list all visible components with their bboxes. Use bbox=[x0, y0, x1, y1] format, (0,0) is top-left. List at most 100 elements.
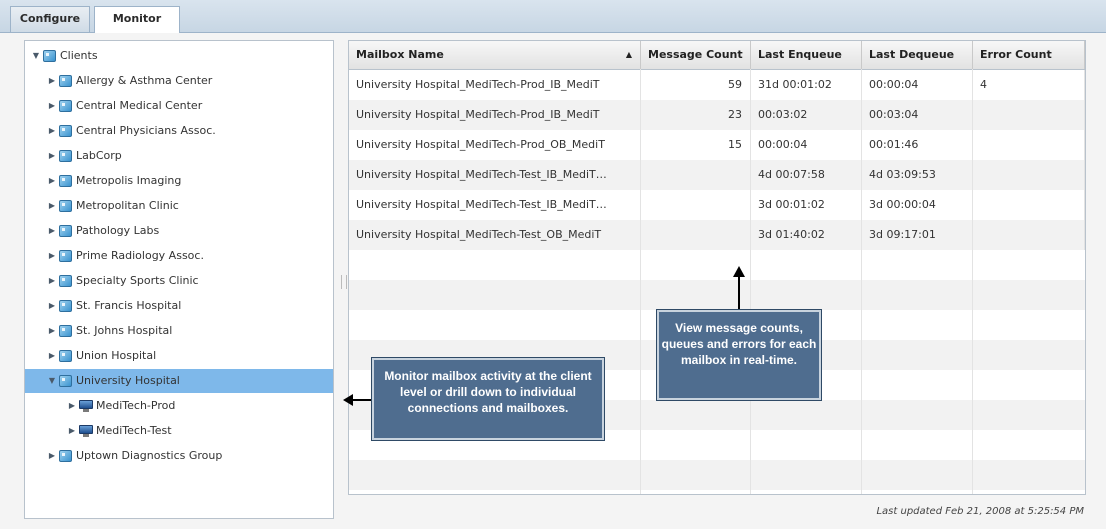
tree-item-label: MediTech-Prod bbox=[96, 399, 176, 412]
tree-item[interactable]: ▶ MediTech-Test bbox=[25, 419, 333, 443]
tree-item[interactable]: ▶ Central Medical Center bbox=[25, 94, 333, 118]
callout-arrow-left bbox=[352, 399, 374, 401]
tree-item[interactable]: ▶ LabCorp bbox=[25, 144, 333, 168]
table-row[interactable]: University Hospital_MediTech-Prod_IB_Med… bbox=[349, 100, 1085, 130]
table-cell: University Hospital_MediTech-Test_IB_Med… bbox=[349, 190, 641, 220]
expand-arrow-icon[interactable]: ▶ bbox=[47, 244, 57, 268]
table-cell bbox=[973, 190, 1085, 220]
table-cell: University Hospital_MediTech-Test_OB_Med… bbox=[349, 220, 641, 250]
tree-item[interactable]: ▶ Pathology Labs bbox=[25, 219, 333, 243]
table-cell: 00:03:04 bbox=[862, 100, 973, 130]
tree-item[interactable]: ▶ St. Francis Hospital bbox=[25, 294, 333, 318]
expand-arrow-icon[interactable]: ▶ bbox=[47, 194, 57, 218]
table-cell: 00:00:04 bbox=[751, 130, 862, 160]
table-cell bbox=[641, 160, 751, 190]
client-icon bbox=[59, 375, 72, 387]
clients-folder-icon bbox=[43, 50, 56, 62]
table-row[interactable]: University Hospital_MediTech-Test_OB_Med… bbox=[349, 220, 1085, 250]
column-header[interactable]: Error Count bbox=[973, 41, 1085, 69]
client-icon bbox=[59, 125, 72, 137]
table-cell: 31d 00:01:02 bbox=[751, 70, 862, 100]
client-icon bbox=[59, 275, 72, 287]
table-cell: 3d 00:00:04 bbox=[862, 190, 973, 220]
table-row[interactable]: University Hospital_MediTech-Test_IB_Med… bbox=[349, 190, 1085, 220]
tree-root[interactable]: ▼ Clients bbox=[25, 44, 333, 68]
table-cell: 59 bbox=[641, 70, 751, 100]
column-header[interactable]: Last Dequeue bbox=[862, 41, 973, 69]
tree-item-label: University Hospital bbox=[76, 374, 180, 387]
client-icon bbox=[59, 325, 72, 337]
column-header[interactable]: Last Enqueue bbox=[751, 41, 862, 69]
last-updated-text: Last updated Feb 21, 2008 at 5:25:54 PM bbox=[876, 506, 1084, 517]
tree-item[interactable]: ▼ University Hospital bbox=[25, 369, 333, 393]
tab-monitor[interactable]: Monitor bbox=[94, 6, 180, 33]
tree-item-label: Metropolis Imaging bbox=[76, 174, 182, 187]
table-cell: 00:03:02 bbox=[751, 100, 862, 130]
client-icon bbox=[59, 175, 72, 187]
table-cell: University Hospital_MediTech-Prod_IB_Med… bbox=[349, 70, 641, 100]
tree-item-label: Central Medical Center bbox=[76, 99, 203, 112]
expand-arrow-icon[interactable]: ▶ bbox=[47, 294, 57, 318]
tree-item[interactable]: ▶ Uptown Diagnostics Group bbox=[25, 444, 333, 468]
table-row[interactable]: University Hospital_MediTech-Prod_IB_Med… bbox=[349, 70, 1085, 100]
table-cell: 00:01:46 bbox=[862, 130, 973, 160]
connection-monitor-icon bbox=[79, 400, 93, 412]
expand-arrow-icon[interactable]: ▶ bbox=[47, 344, 57, 368]
tree-item[interactable]: ▶ Central Physicians Assoc. bbox=[25, 119, 333, 143]
panel-splitter-handle[interactable] bbox=[341, 275, 347, 289]
column-header-label: Last Dequeue bbox=[869, 48, 955, 61]
expand-arrow-icon[interactable]: ▶ bbox=[47, 69, 57, 93]
column-header-label: Mailbox Name bbox=[356, 48, 444, 61]
callout-arrowhead-left bbox=[343, 394, 353, 406]
collapse-arrow-icon[interactable]: ▼ bbox=[47, 369, 57, 393]
table-cell: 3d 00:01:02 bbox=[751, 190, 862, 220]
tab-configure[interactable]: Configure bbox=[10, 6, 90, 32]
tree-item[interactable]: ▶ Prime Radiology Assoc. bbox=[25, 244, 333, 268]
expand-arrow-icon[interactable]: ▶ bbox=[67, 394, 77, 418]
tree-item[interactable]: ▶ Metropolis Imaging bbox=[25, 169, 333, 193]
tree-item[interactable]: ▶ Allergy & Asthma Center bbox=[25, 69, 333, 93]
table-cell: 15 bbox=[641, 130, 751, 160]
expand-arrow-icon[interactable]: ▶ bbox=[47, 119, 57, 143]
expand-arrow-icon[interactable]: ▶ bbox=[47, 144, 57, 168]
grid-header: Mailbox Name ▲ Message Count Last Enqueue La… bbox=[349, 41, 1085, 70]
client-icon bbox=[59, 350, 72, 362]
expand-arrow-icon[interactable]: ▶ bbox=[47, 444, 57, 468]
expand-arrow-icon[interactable]: ▶ bbox=[47, 94, 57, 118]
tree-callout: Monitor mailbox activity at the client l… bbox=[371, 357, 605, 441]
tree-item[interactable]: ▶ Metropolitan Clinic bbox=[25, 194, 333, 218]
table-cell: University Hospital_MediTech-Prod_OB_Med… bbox=[349, 130, 641, 160]
table-row[interactable]: University Hospital_MediTech-Test_IB_Med… bbox=[349, 160, 1085, 190]
table-cell bbox=[973, 100, 1085, 130]
expand-arrow-icon[interactable]: ▶ bbox=[47, 269, 57, 293]
empty-table-row bbox=[349, 460, 1085, 490]
table-cell: 4 bbox=[973, 70, 1085, 100]
column-header[interactable]: Message Count bbox=[641, 41, 751, 69]
expand-arrow-icon[interactable]: ▶ bbox=[47, 319, 57, 343]
client-icon bbox=[59, 225, 72, 237]
client-icon bbox=[59, 100, 72, 112]
column-header[interactable]: Mailbox Name ▲ bbox=[349, 41, 641, 69]
tree-item-label: Metropolitan Clinic bbox=[76, 199, 179, 212]
expand-arrow-icon[interactable]: ▶ bbox=[47, 219, 57, 243]
callout-arrowhead-up bbox=[733, 266, 745, 277]
empty-table-row bbox=[349, 250, 1085, 280]
table-cell: 4d 00:07:58 bbox=[751, 160, 862, 190]
tree-item[interactable]: ▶ Specialty Sports Clinic bbox=[25, 269, 333, 293]
tree-item-label: St. Francis Hospital bbox=[76, 299, 182, 312]
sort-ascending-icon: ▲ bbox=[625, 50, 632, 59]
expand-arrow-icon[interactable]: ▶ bbox=[47, 169, 57, 193]
tree-item[interactable]: ▶ Union Hospital bbox=[25, 344, 333, 368]
table-row[interactable]: University Hospital_MediTech-Prod_OB_Med… bbox=[349, 130, 1085, 160]
callout-arrow-up bbox=[738, 276, 740, 312]
column-divider bbox=[861, 69, 862, 494]
expand-arrow-icon[interactable]: ▼ bbox=[31, 44, 41, 68]
client-icon bbox=[59, 75, 72, 87]
tree-item[interactable]: ▶ MediTech-Prod bbox=[25, 394, 333, 418]
tree-root-label: Clients bbox=[60, 49, 98, 62]
tree-item-label: Uptown Diagnostics Group bbox=[76, 449, 223, 462]
column-divider bbox=[640, 69, 641, 494]
tree-item[interactable]: ▶ St. Johns Hospital bbox=[25, 319, 333, 343]
expand-arrow-icon[interactable]: ▶ bbox=[67, 419, 77, 443]
tree-item-label: St. Johns Hospital bbox=[76, 324, 173, 337]
